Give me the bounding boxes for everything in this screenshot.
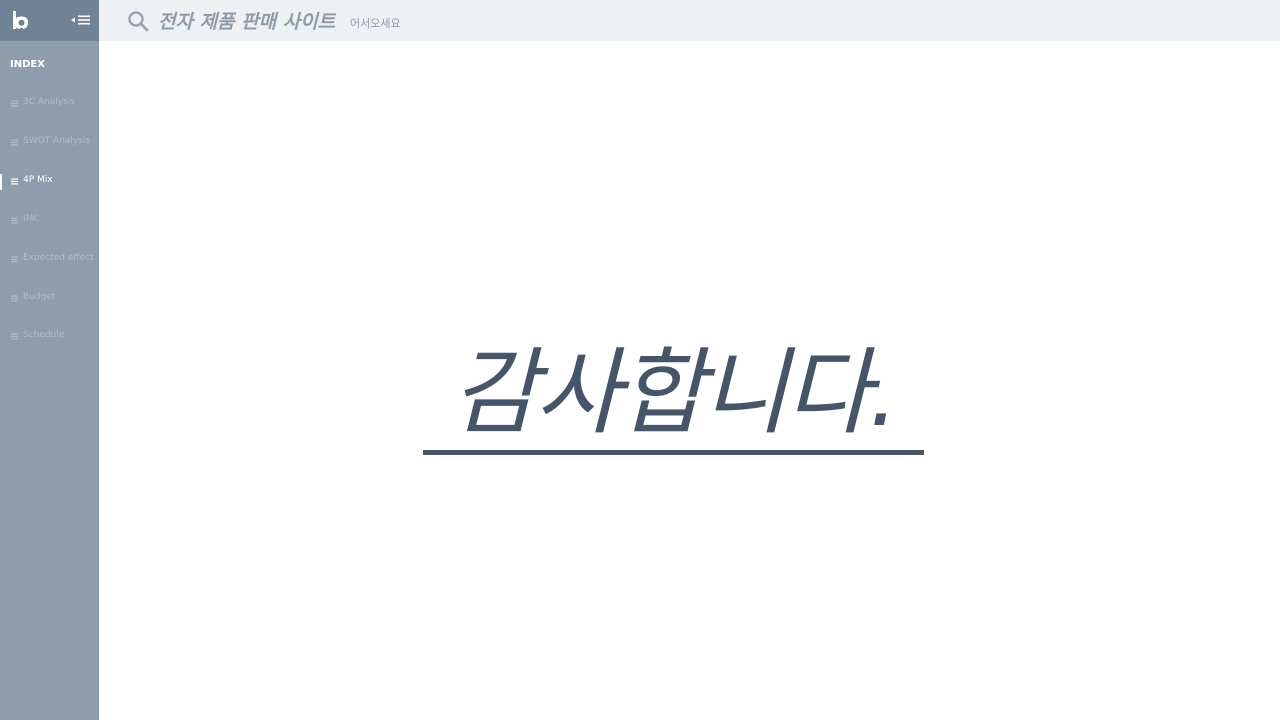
menu-lines-icon <box>11 295 18 302</box>
thank-you-heading: 감사합니다. <box>423 335 924 455</box>
sidebar-item-label: 4P Mix <box>23 175 53 185</box>
sidebar-item-label: IMC <box>23 214 40 224</box>
sidebar-item-schedule[interactable]: Schedule <box>0 329 99 345</box>
presentation-app: INDEX 3C Analysis SWOT Analysis 4P Mix I… <box>0 0 1280 720</box>
search-icon[interactable] <box>127 10 149 32</box>
sidebar-item-4p-mix[interactable]: 4P Mix <box>0 174 99 190</box>
menu-lines-icon <box>11 100 18 107</box>
heading-underline <box>423 450 924 455</box>
sidebar-item-label: Budget <box>23 292 56 302</box>
sidebar-item-swot-analysis[interactable]: SWOT Analysis <box>0 135 99 151</box>
sidebar: INDEX 3C Analysis SWOT Analysis 4P Mix I… <box>0 0 99 720</box>
menu-lines-icon <box>11 256 18 263</box>
sidebar-item-label: Schedule <box>23 330 65 340</box>
sidebar-item-label: Expected effect <box>23 253 94 263</box>
thank-you-text: 감사합니다. <box>451 339 898 448</box>
index-label: INDEX <box>10 59 45 70</box>
menu-lines-icon <box>11 333 18 340</box>
logo-icon <box>13 11 28 30</box>
menu-lines-icon <box>11 217 18 224</box>
menu-lines-icon <box>11 139 18 146</box>
sidebar-item-3c-analysis[interactable]: 3C Analysis <box>0 96 99 112</box>
sidebar-item-label: 3C Analysis <box>23 97 75 107</box>
sidebar-item-expected-effect[interactable]: Expected effect <box>0 252 99 268</box>
sidebar-item-budget[interactable]: Budget <box>0 291 99 307</box>
sidebar-item-label: SWOT Analysis <box>23 136 91 146</box>
sidebar-item-imc[interactable]: IMC <box>0 213 99 229</box>
menu-lines-icon <box>11 178 18 185</box>
site-subtitle: 어서오세요 <box>350 17 401 30</box>
active-indicator <box>0 174 2 190</box>
collapse-sidebar-icon[interactable] <box>70 13 92 27</box>
site-title: 전자 제품 판매 사이트 <box>158 11 336 33</box>
top-bar: 전자 제품 판매 사이트 어서오세요 <box>99 0 1280 41</box>
sidebar-header <box>0 0 99 41</box>
